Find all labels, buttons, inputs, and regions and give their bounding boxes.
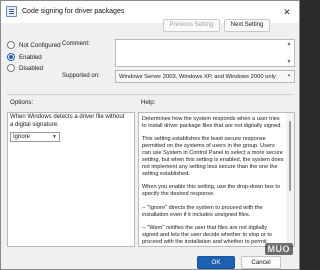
help-panel[interactable]: Determines how the system responds when … — [138, 112, 295, 247]
help-paragraph: -- "Ignore" directs the system to procee… — [142, 204, 263, 218]
scroll-up-icon[interactable]: ▲ — [286, 41, 292, 47]
window-title: Code signing for driver packages — [22, 8, 125, 15]
ok-button[interactable]: OK — [197, 256, 235, 269]
help-heading: Help: — [141, 99, 156, 106]
cancel-button[interactable]: Cancel — [241, 256, 281, 269]
radio-label: Enabled — [19, 53, 42, 61]
help-paragraph: This setting establishes the least secur… — [142, 136, 284, 177]
scrollbar-thumb[interactable] — [289, 121, 291, 191]
scroll-up-icon[interactable]: ▲ — [286, 72, 292, 78]
option-prompt: When Windows detects a driver file witho… — [10, 114, 125, 128]
help-text: Determines how the system responds when … — [142, 116, 285, 246]
comment-label: Comment: — [62, 41, 90, 47]
radio-circle[interactable] — [7, 53, 15, 61]
help-paragraph: Determines how the system responds when … — [142, 116, 282, 129]
next-setting-button[interactable]: Next Setting — [224, 19, 270, 32]
radio-not-configured[interactable]: Not Configured — [7, 41, 61, 49]
radio-circle[interactable] — [7, 41, 15, 49]
watermark-logo: MUO — [264, 243, 293, 255]
previous-setting-button[interactable]: Previous Setting — [163, 19, 220, 32]
supported-on-value: Windows Server 2003, Windows XP, and Win… — [119, 74, 276, 80]
options-heading: Options: — [10, 99, 34, 106]
policy-icon — [6, 6, 17, 17]
radio-enabled[interactable]: Enabled — [7, 53, 42, 61]
help-scrollbar[interactable] — [286, 113, 294, 246]
dropdown-value: Ignore — [13, 134, 31, 140]
radio-circle[interactable] — [7, 64, 15, 72]
supported-on-label: Supported on: — [62, 73, 100, 79]
divider — [7, 94, 293, 95]
scroll-down-icon[interactable]: ▼ — [286, 59, 292, 65]
close-icon[interactable]: ✕ — [281, 6, 293, 18]
radio-label: Not Configured — [19, 41, 61, 49]
supported-on-field: Windows Server 2003, Windows XP, and Win… — [115, 70, 295, 83]
policy-dialog: Code signing for driver packages ✕ Previ… — [0, 0, 300, 270]
response-dropdown[interactable]: Ignore ▼ — [10, 132, 60, 142]
comment-field[interactable]: ▲ ▼ — [115, 39, 295, 67]
radio-disabled[interactable]: Disabled — [7, 64, 43, 72]
radio-label: Disabled — [19, 64, 44, 72]
help-paragraph: When you enable this setting, use the dr… — [142, 184, 281, 198]
chevron-down-icon: ▼ — [52, 134, 57, 140]
help-paragraph: -- "Warn" notifies the user that files a… — [142, 225, 272, 246]
